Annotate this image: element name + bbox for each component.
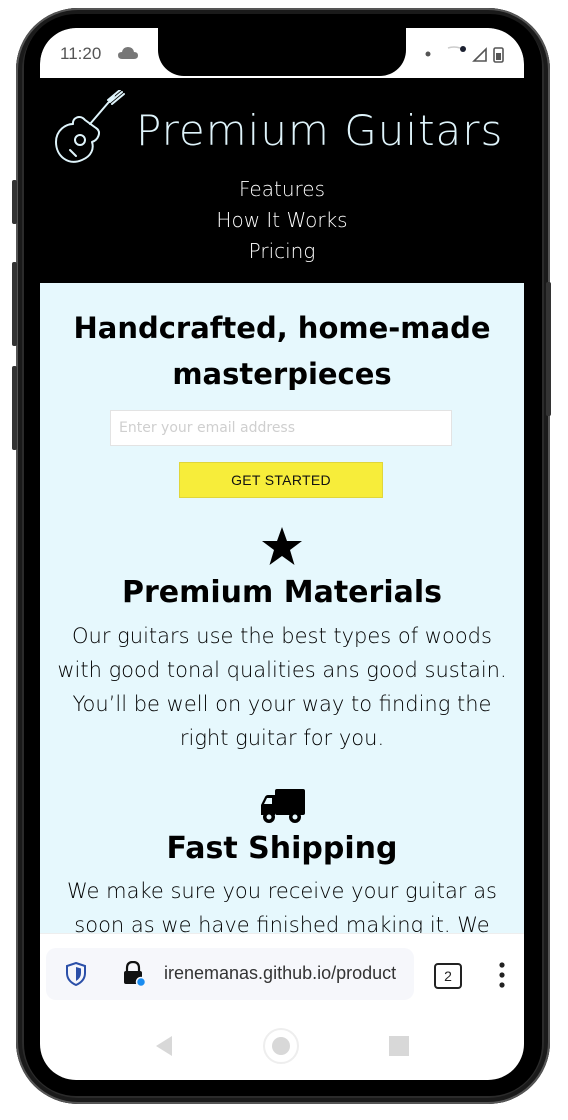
hero-title-line1: Handcrafted, home-made <box>73 311 491 345</box>
phone-volume-down <box>12 366 17 450</box>
main-content: Handcrafted, home-made masterpieces GET … <box>40 283 524 933</box>
cloud-icon <box>118 47 138 59</box>
lock-icon[interactable] <box>122 961 146 987</box>
phone-screen: 11:20 Premium Guitars Features How It Wo… <box>40 28 524 1080</box>
camera-notch <box>158 28 466 76</box>
main-nav: Features How It Works Pricing <box>40 174 524 267</box>
url-text[interactable]: irenemanas.github.io/product <box>164 963 408 984</box>
feature-text-line: Our guitars use the best types of woods <box>72 624 492 648</box>
feature-text-line: right guitar for you. <box>179 726 385 750</box>
nav-link-pricing[interactable]: Pricing <box>40 236 524 267</box>
address-bar[interactable]: irenemanas.github.io/product <box>46 948 414 1000</box>
recents-icon[interactable] <box>389 1036 409 1056</box>
status-time: 11:20 <box>60 44 102 63</box>
phone-volume-up <box>12 262 17 346</box>
feature-text-line: You’ll be well on your way to finding th… <box>72 692 492 716</box>
browser-toolbar: irenemanas.github.io/product 2 <box>40 933 524 1014</box>
system-nav-bar <box>40 1013 524 1080</box>
feature-text-fast-shipping: We make sure you receive your guitar as … <box>40 874 524 933</box>
feature-text-line: soon as we have finished making it. We <box>74 913 490 933</box>
feature-text-premium-materials: Our guitars use the best types of woods … <box>40 619 524 755</box>
nav-link-how-it-works[interactable]: How It Works <box>40 205 524 236</box>
shield-icon[interactable] <box>66 962 86 986</box>
hero-title-line2: masterpieces <box>172 357 392 391</box>
email-input[interactable] <box>110 410 452 446</box>
site-header: Premium Guitars Features How It Works Pr… <box>40 78 524 283</box>
status-indicators-icon <box>425 46 504 63</box>
get-started-button[interactable]: GET STARTED <box>179 462 383 498</box>
phone-side-button <box>12 180 17 224</box>
star-icon <box>262 527 302 565</box>
status-bar: 11:20 <box>40 28 524 78</box>
brand-title[interactable]: Premium Guitars <box>136 106 503 155</box>
tab-switcher-button[interactable]: 2 <box>434 963 462 989</box>
feature-text-line: with good tonal qualities ans good susta… <box>57 658 507 682</box>
guitar-logo-icon[interactable] <box>52 90 126 168</box>
feature-title-premium-materials: Premium Materials <box>122 575 442 610</box>
phone-power-button <box>546 282 551 416</box>
hero-title: Handcrafted, home-made masterpieces <box>40 305 524 397</box>
back-icon[interactable] <box>154 1035 174 1057</box>
feature-text-line: We make sure you receive your guitar as <box>66 879 498 903</box>
home-icon[interactable] <box>262 1027 300 1065</box>
truck-icon <box>261 789 305 823</box>
more-menu-icon[interactable] <box>498 962 506 988</box>
nav-link-features[interactable]: Features <box>40 174 524 205</box>
feature-title-fast-shipping: Fast Shipping <box>166 831 398 866</box>
